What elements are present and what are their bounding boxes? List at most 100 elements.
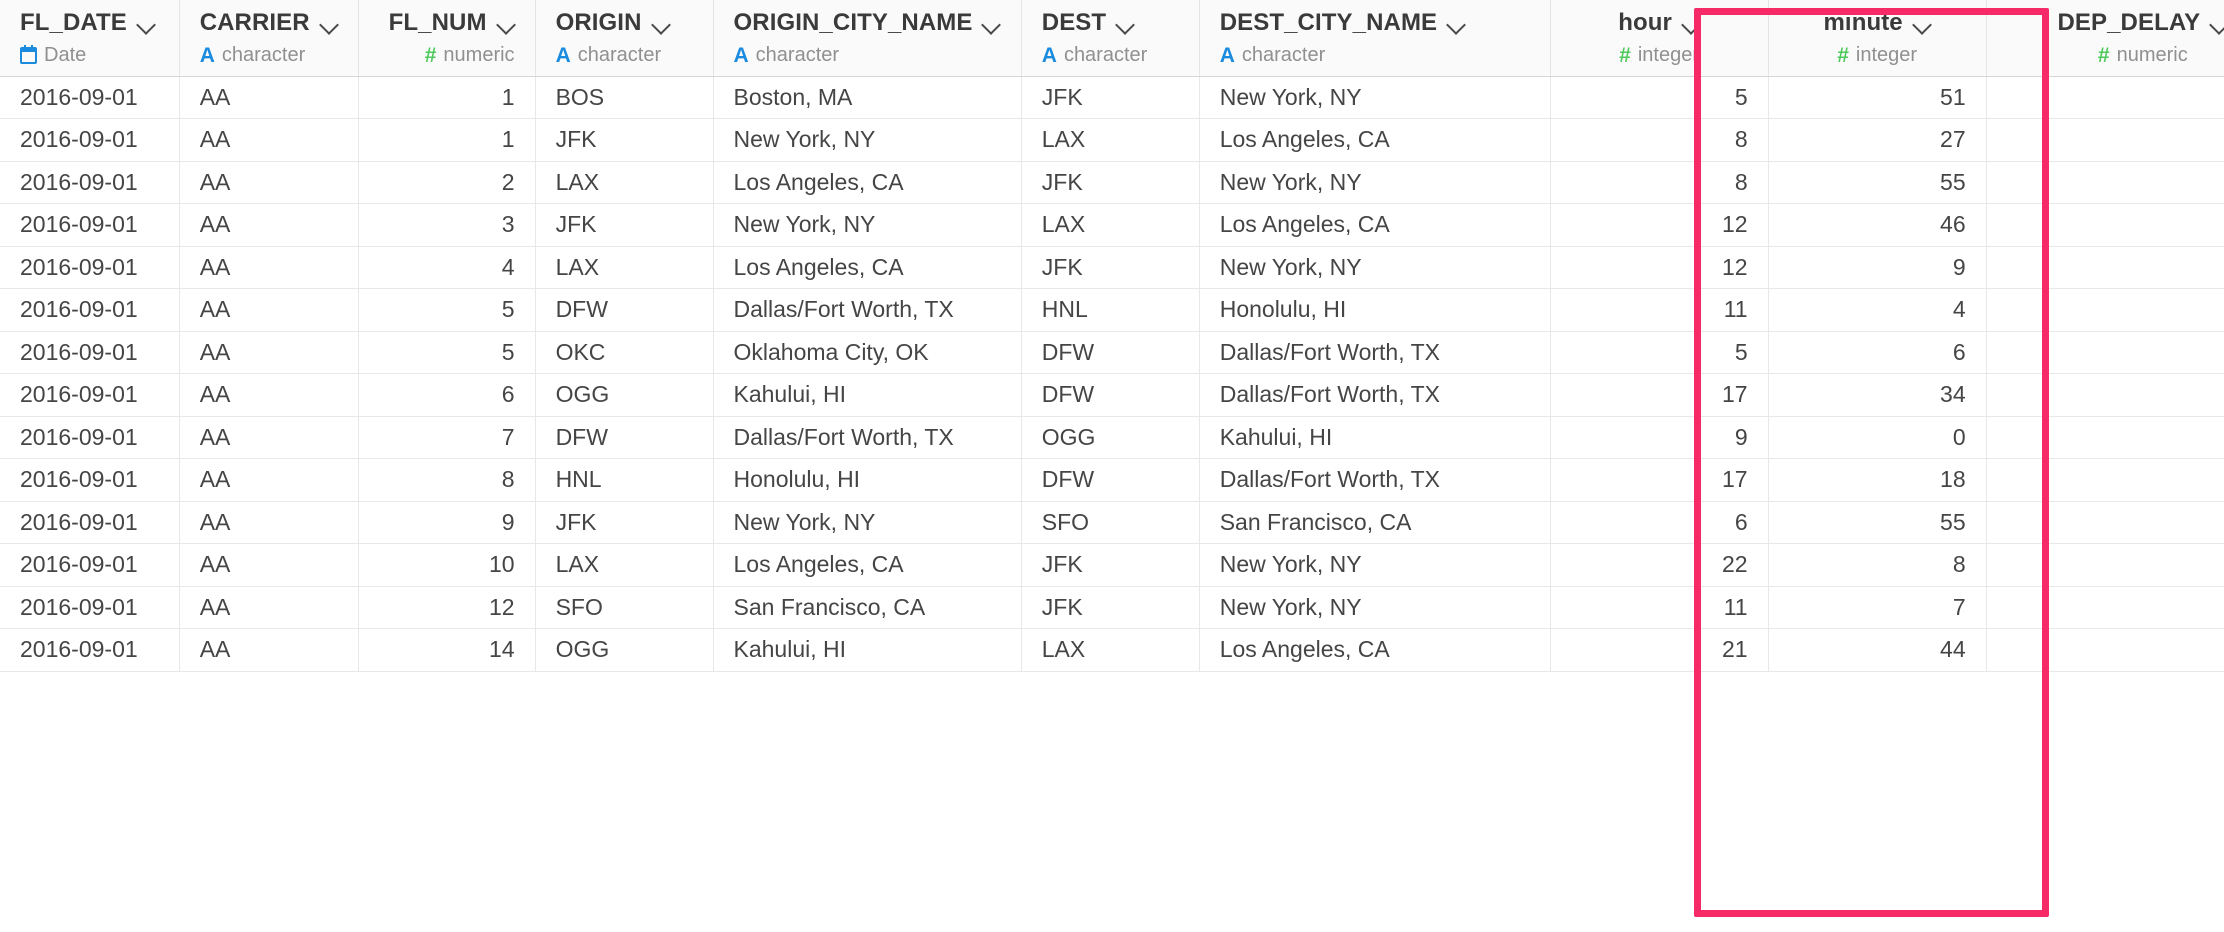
- column-header-origin[interactable]: ORIGIN Acharacter: [535, 0, 714, 77]
- cell-dest[interactable]: JFK: [1021, 76, 1200, 119]
- column-header-origin_city_name[interactable]: ORIGIN_CITY_NAME Acharacter: [713, 0, 1022, 77]
- cell-minute[interactable]: 44: [1768, 628, 1987, 672]
- cell-hour[interactable]: 9: [1550, 416, 1769, 459]
- table-row[interactable]: 2016-09-01 AA 9 JFK New York, NY SFO San Franc…: [0, 501, 2224, 544]
- cell-origin[interactable]: SFO: [535, 586, 714, 629]
- cell-dest[interactable]: HNL: [1021, 288, 1200, 332]
- cell-carrier[interactable]: AA: [179, 628, 359, 672]
- cell-dest_city_name[interactable]: Honolulu, HI: [1199, 288, 1551, 332]
- cell-fl_date[interactable]: 2016-09-01: [0, 161, 180, 204]
- cell-fl_num[interactable]: 10: [358, 543, 536, 587]
- cell-fl_date[interactable]: 2016-09-01: [0, 586, 180, 629]
- chevron-down-icon[interactable]: [1682, 18, 1700, 29]
- cell-minute[interactable]: 18: [1768, 458, 1987, 502]
- cell-dest[interactable]: JFK: [1021, 543, 1200, 587]
- cell-carrier[interactable]: AA: [179, 161, 359, 204]
- column-header-carrier[interactable]: CARRIER Acharacter: [179, 0, 359, 77]
- cell-dest[interactable]: LAX: [1021, 203, 1200, 247]
- cell-dest_city_name[interactable]: Dallas/Fort Worth, TX: [1199, 331, 1551, 374]
- chevron-down-icon[interactable]: [652, 18, 670, 29]
- cell-fl_num[interactable]: 4: [358, 246, 536, 289]
- cell-fl_date[interactable]: 2016-09-01: [0, 76, 180, 119]
- cell-dep_delay[interactable]: [1986, 543, 2224, 587]
- cell-dest_city_name[interactable]: New York, NY: [1199, 246, 1551, 289]
- cell-carrier[interactable]: AA: [179, 76, 359, 119]
- cell-dest[interactable]: OGG: [1021, 416, 1200, 459]
- chevron-down-icon[interactable]: [2210, 18, 2224, 29]
- cell-hour[interactable]: 22: [1550, 543, 1769, 587]
- cell-dep_delay[interactable]: [1986, 203, 2224, 247]
- cell-dest_city_name[interactable]: Los Angeles, CA: [1199, 628, 1551, 672]
- cell-origin_city_name[interactable]: Honolulu, HI: [713, 458, 1022, 502]
- cell-fl_date[interactable]: 2016-09-01: [0, 628, 180, 672]
- cell-dep_delay[interactable]: [1986, 246, 2224, 289]
- column-header-dest[interactable]: DEST Acharacter: [1021, 0, 1200, 77]
- column-header-fl_date[interactable]: FL_DATE Date: [0, 0, 180, 77]
- cell-fl_num[interactable]: 3: [358, 203, 536, 247]
- cell-hour[interactable]: 6: [1550, 501, 1769, 544]
- cell-fl_num[interactable]: 1: [358, 118, 536, 162]
- cell-origin[interactable]: JFK: [535, 203, 714, 247]
- cell-origin_city_name[interactable]: Kahului, HI: [713, 628, 1022, 672]
- cell-dep_delay[interactable]: [1986, 501, 2224, 544]
- cell-origin[interactable]: BOS: [535, 76, 714, 119]
- cell-carrier[interactable]: AA: [179, 373, 359, 417]
- cell-origin_city_name[interactable]: New York, NY: [713, 203, 1022, 247]
- table-row[interactable]: 2016-09-01 AA 2 LAX Los Angeles, CA JFK New Yo…: [0, 161, 2224, 204]
- cell-hour[interactable]: 5: [1550, 76, 1769, 119]
- cell-origin[interactable]: LAX: [535, 246, 714, 289]
- cell-origin_city_name[interactable]: Dallas/Fort Worth, TX: [713, 416, 1022, 459]
- cell-fl_num[interactable]: 1: [358, 76, 536, 119]
- cell-hour[interactable]: 12: [1550, 246, 1769, 289]
- table-row[interactable]: 2016-09-01 AA 14 OGG Kahului, HI LAX Los Angel…: [0, 628, 2224, 672]
- cell-origin[interactable]: JFK: [535, 118, 714, 162]
- cell-origin_city_name[interactable]: New York, NY: [713, 118, 1022, 162]
- cell-dest[interactable]: DFW: [1021, 458, 1200, 502]
- table-row[interactable]: 2016-09-01 AA 10 LAX Los Angeles, CA JFK New Y…: [0, 543, 2224, 587]
- cell-origin[interactable]: DFW: [535, 416, 714, 459]
- cell-fl_num[interactable]: 2: [358, 161, 536, 204]
- cell-hour[interactable]: 11: [1550, 586, 1769, 629]
- table-row[interactable]: 2016-09-01 AA 4 LAX Los Angeles, CA JFK New Yo…: [0, 246, 2224, 289]
- cell-origin_city_name[interactable]: Los Angeles, CA: [713, 161, 1022, 204]
- cell-dep_delay[interactable]: [1986, 586, 2224, 629]
- cell-hour[interactable]: 17: [1550, 458, 1769, 502]
- table-row[interactable]: 2016-09-01 AA 1 JFK New York, NY LAX Los Angel…: [0, 118, 2224, 162]
- cell-minute[interactable]: 55: [1768, 501, 1987, 544]
- chevron-down-icon[interactable]: [320, 18, 338, 29]
- cell-dest_city_name[interactable]: Los Angeles, CA: [1199, 203, 1551, 247]
- cell-minute[interactable]: 9: [1768, 246, 1987, 289]
- cell-minute[interactable]: 8: [1768, 543, 1987, 587]
- cell-carrier[interactable]: AA: [179, 586, 359, 629]
- cell-minute[interactable]: 55: [1768, 161, 1987, 204]
- chevron-down-icon[interactable]: [1447, 18, 1465, 29]
- cell-origin_city_name[interactable]: Kahului, HI: [713, 373, 1022, 417]
- cell-origin[interactable]: LAX: [535, 161, 714, 204]
- cell-carrier[interactable]: AA: [179, 458, 359, 502]
- cell-fl_date[interactable]: 2016-09-01: [0, 288, 180, 332]
- cell-dep_delay[interactable]: [1986, 373, 2224, 417]
- cell-minute[interactable]: 34: [1768, 373, 1987, 417]
- cell-minute[interactable]: 27: [1768, 118, 1987, 162]
- column-header-hour[interactable]: hour # integer: [1550, 0, 1769, 77]
- table-row[interactable]: 2016-09-01 AA 5 DFW Dallas/Fort Worth, TX HNL…: [0, 288, 2224, 332]
- cell-fl_num[interactable]: 8: [358, 458, 536, 502]
- cell-minute[interactable]: 0: [1768, 416, 1987, 459]
- cell-fl_date[interactable]: 2016-09-01: [0, 203, 180, 247]
- cell-dest_city_name[interactable]: Dallas/Fort Worth, TX: [1199, 373, 1551, 417]
- cell-dest_city_name[interactable]: New York, NY: [1199, 586, 1551, 629]
- table-row[interactable]: 2016-09-01 AA 6 OGG Kahului, HI DFW Dallas/For…: [0, 373, 2224, 417]
- cell-hour[interactable]: 12: [1550, 203, 1769, 247]
- cell-hour[interactable]: 17: [1550, 373, 1769, 417]
- column-header-dest_city_name[interactable]: DEST_CITY_NAME Acharacter: [1199, 0, 1551, 77]
- cell-carrier[interactable]: AA: [179, 203, 359, 247]
- cell-fl_num[interactable]: 5: [358, 288, 536, 332]
- cell-fl_num[interactable]: 7: [358, 416, 536, 459]
- cell-fl_date[interactable]: 2016-09-01: [0, 118, 180, 162]
- cell-dep_delay[interactable]: [1986, 76, 2224, 119]
- cell-dest_city_name[interactable]: Kahului, HI: [1199, 416, 1551, 459]
- cell-dest[interactable]: SFO: [1021, 501, 1200, 544]
- cell-carrier[interactable]: AA: [179, 246, 359, 289]
- cell-origin[interactable]: OGG: [535, 373, 714, 417]
- cell-fl_num[interactable]: 14: [358, 628, 536, 672]
